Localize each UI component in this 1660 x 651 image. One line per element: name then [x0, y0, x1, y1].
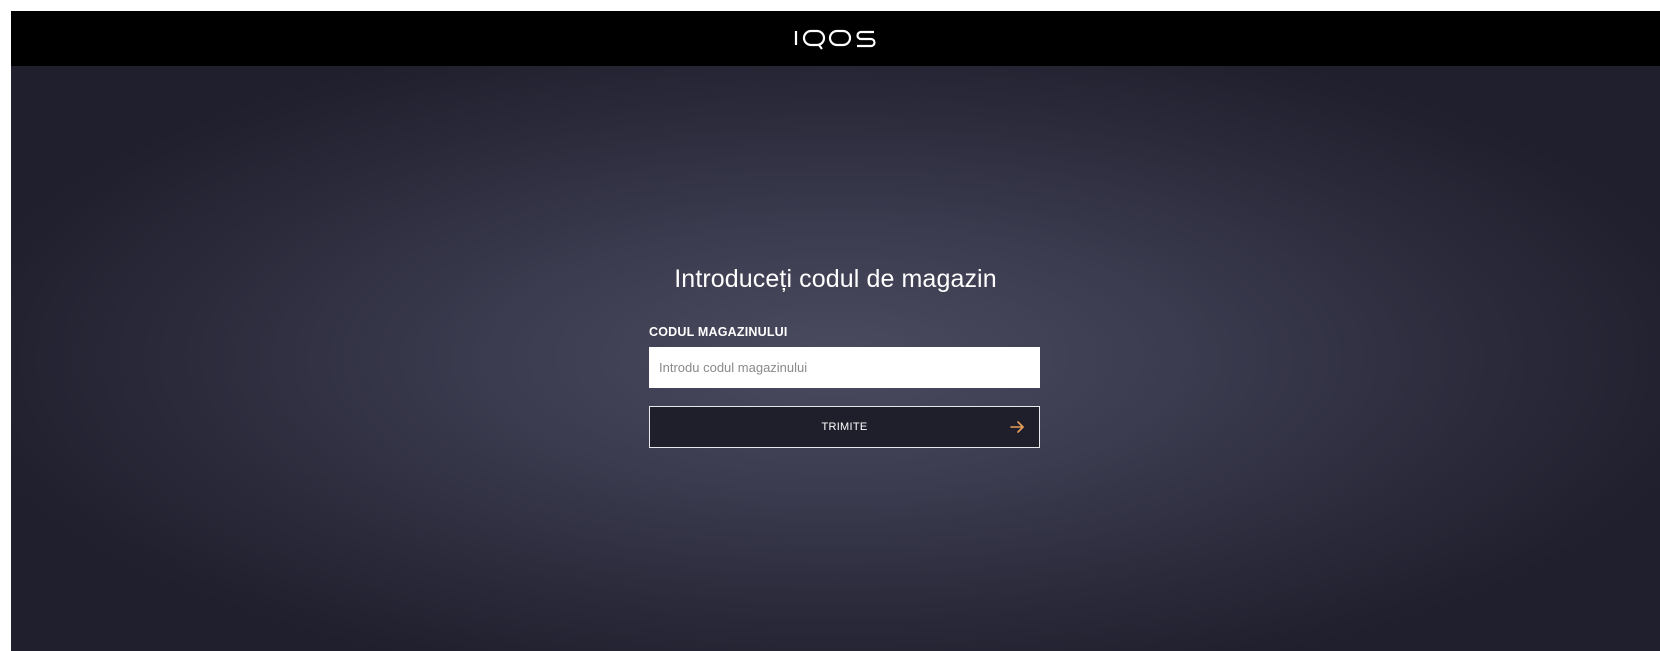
arrow-right-icon — [1010, 421, 1024, 433]
store-code-section: Introduceți codul de magazin CODUL MAGAZ… — [11, 66, 1660, 651]
submit-button-label: TRIMITE — [821, 421, 868, 433]
iqos-logo — [794, 29, 876, 50]
store-code-label: CODUL MAGAZINULUI — [649, 325, 788, 339]
page: Introduceți codul de magazin CODUL MAGAZ… — [11, 11, 1660, 651]
top-bar — [11, 11, 1660, 66]
submit-button[interactable]: TRIMITE — [649, 406, 1040, 448]
store-code-input[interactable] — [649, 347, 1040, 388]
page-title: Introduceți codul de magazin — [674, 265, 997, 293]
